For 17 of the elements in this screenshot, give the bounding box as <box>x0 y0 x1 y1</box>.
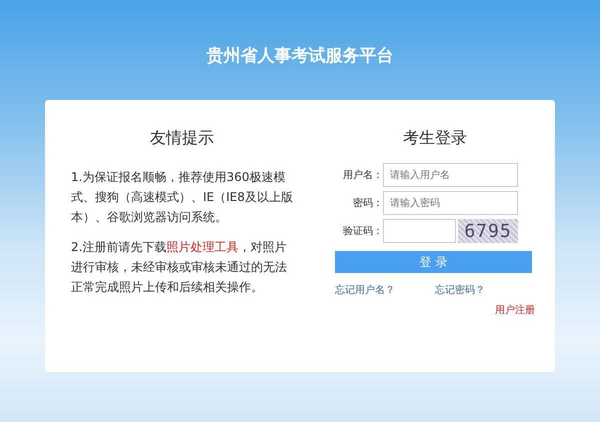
page-title: 贵州省人事考试服务平台 <box>206 45 394 68</box>
input-field[interactable]: 请输入密码 <box>383 191 518 215</box>
forgot-username-link[interactable]: 忘记用户名？ <box>335 283 395 297</box>
field-label: 验证码： <box>342 225 383 238</box>
forgot-password-link[interactable]: 忘记密码？ <box>435 283 485 297</box>
register-link[interactable]: 用户注册 <box>495 303 535 317</box>
notice-paragraph: 1.为保证报名顺畅，推荐使用360极速模式、搜狗（高速模式）、IE（IE8及以上版本）、谷歌浏览器访问系统。 <box>71 169 293 226</box>
download-link[interactable]: 照片处理工具 <box>166 240 238 254</box>
input-field[interactable]: 请输入用户名 <box>383 163 518 187</box>
notice-paragraph: 2.注册前请先下载照片处理工具，对照片进行审核，未经审核或审核未通过的无法正常完成照片上传和后续相关操作。 <box>71 239 288 296</box>
captcha-image[interactable]: 6795 <box>458 219 518 243</box>
field-label: 用户名： <box>342 168 383 182</box>
login-title: 考生登录 <box>402 128 468 149</box>
captcha-field[interactable] <box>383 219 456 243</box>
login-button[interactable]: 登 录 <box>335 251 532 273</box>
field-label: 密码： <box>352 196 383 210</box>
notice-title: 友情提示 <box>149 128 215 149</box>
